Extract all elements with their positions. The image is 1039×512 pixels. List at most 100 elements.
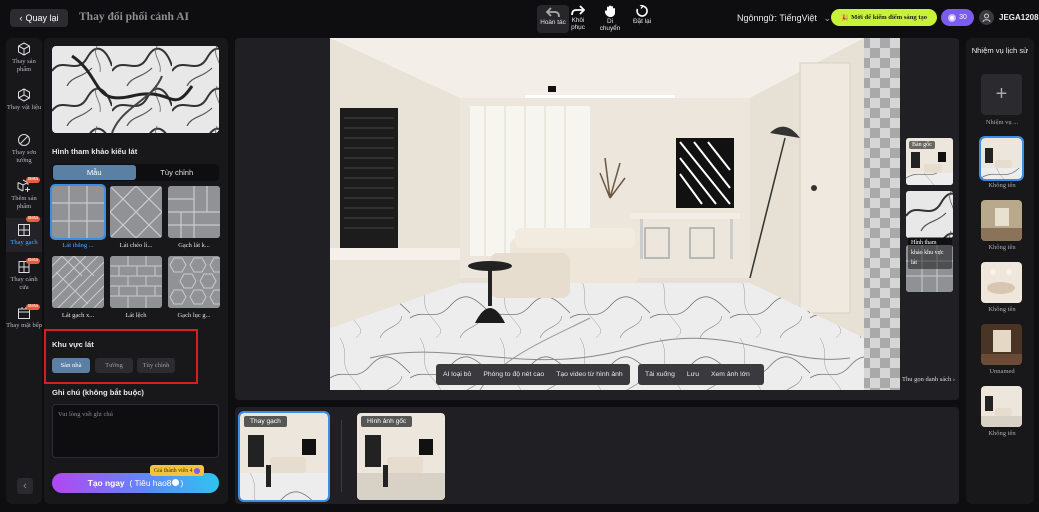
material-icon [18, 88, 30, 102]
nav-item-material[interactable]: Thay vật liệu [6, 88, 42, 112]
result-tile-replaced[interactable]: Thay gạch [238, 411, 330, 502]
history-item[interactable] [981, 262, 1022, 303]
tiling-area-section [44, 329, 198, 384]
nav-item-tile[interactable]: Beta Thay gạch [6, 216, 42, 252]
move-button[interactable]: Di chuyển [594, 5, 626, 32]
image-actions-left: AI loại bỏ Phóng to độ nét cao Tạo video… [436, 364, 630, 385]
chevron-left-icon: ‹ [23, 480, 27, 492]
reset-label: Đặt lại [632, 18, 652, 25]
tile-pattern-offset[interactable] [110, 256, 162, 308]
tile-pattern-herringbone[interactable] [52, 256, 104, 308]
credit-count: 30 [959, 14, 967, 21]
ref-heading: Hình tham khảo kiểu lát [52, 147, 138, 156]
paint-icon [18, 134, 30, 146]
tile-label-hexagon: Gạch lục g... [177, 312, 211, 319]
nav-item-wall-paint[interactable]: Thay sơn tường [6, 133, 42, 165]
nav-label: Thay cánh cửa [10, 276, 38, 291]
results-divider [341, 420, 342, 492]
nav-item-door[interactable]: Beta Thay cánh cửa [6, 258, 42, 292]
history-item-label: Không tên [988, 244, 1016, 251]
redo-button[interactable]: Khôi phục [562, 5, 594, 31]
pattern-mode-toggle: Mẫu Tùy chỉnh [52, 164, 219, 181]
history-item[interactable] [981, 200, 1022, 241]
save-button[interactable]: Lưu [687, 371, 699, 378]
back-button[interactable]: ‹ Quay lại [10, 9, 68, 27]
result-tile-original[interactable]: Hình ảnh gốc [357, 413, 445, 500]
nav-label: Thêm sản phẩm [11, 195, 37, 210]
tile-pattern-diagonal[interactable] [110, 186, 162, 238]
move-label: Di chuyển [599, 18, 621, 32]
area-option-wall[interactable]: Tường [95, 358, 133, 373]
tab-sample[interactable]: Mẫu [53, 165, 136, 180]
user-icon [982, 13, 991, 22]
redo-label: Khôi phục [571, 17, 585, 31]
new-task-label: Nhiệm vụ ... [985, 119, 1019, 126]
tile-icon [18, 224, 30, 236]
nav-item-add-product[interactable]: Beta Thêm sản phẩm [6, 177, 42, 211]
area-option-floor[interactable]: Sàn nhà [52, 358, 90, 373]
reset-icon [636, 5, 648, 17]
history-item-label: Unnamed [989, 368, 1015, 375]
create-button[interactable]: Tạo ngay ( Tiêu hao8) [52, 473, 219, 493]
member-price-label: Giá thành viên 4 [154, 467, 193, 474]
image-to-video-button[interactable]: Tạo video từ hình ảnh [556, 371, 623, 378]
tile-label-straight: Lát thẳng ... [62, 242, 94, 249]
history-item-label: Không tên [988, 182, 1016, 189]
chevron-left-icon: ‹ [19, 13, 23, 23]
tile-label-basket: Gạch lát k... [178, 242, 210, 249]
ai-remove-button[interactable]: AI loại bỏ [443, 371, 471, 378]
invite-promo-button[interactable]: 🎉 Mời để kiếm điểm sáng tạo [831, 9, 937, 26]
nav-label: Thay gạch [10, 239, 38, 246]
image-actions-right: Tải xuống Lưu Xem ảnh lớn [638, 364, 764, 385]
chevron-right-icon: › [952, 376, 956, 383]
history-item[interactable] [979, 136, 1024, 181]
note-heading: Ghi chú (không bắt buộc) [52, 388, 144, 397]
tile-label-diagonal: Lát chéo lì... [119, 242, 153, 249]
collapse-list-button[interactable]: Thu gọn danh sách › [902, 376, 955, 383]
nav-label: Thay sơn tường [11, 149, 37, 164]
tile-pattern-basket[interactable] [168, 186, 220, 238]
page-title: Thay đổi phối cảnh AI [79, 11, 189, 23]
new-task-button[interactable]: + [981, 74, 1022, 115]
download-button[interactable]: Tải xuống [645, 371, 675, 378]
history-item-label: Không tên [988, 430, 1016, 437]
plus-icon: + [995, 83, 1008, 105]
nav-item-kitchen[interactable]: Beta Thay mặt bếp [6, 304, 42, 330]
upscale-button[interactable]: Phóng to độ nét cao [483, 371, 544, 378]
language-label: Ngônngữ: TiếngViệt [737, 13, 817, 23]
beta-badge: Beta [26, 216, 40, 222]
area-option-custom[interactable]: Tùy chỉnh [137, 358, 175, 373]
tile-pattern-hexagon[interactable] [168, 256, 220, 308]
credit-badge[interactable]: 30 [941, 9, 974, 26]
create-cost-text: ( Tiêu hao8 [129, 478, 172, 488]
undo-icon [546, 7, 560, 18]
results-strip [235, 407, 959, 504]
generated-room-image[interactable] [330, 38, 864, 390]
history-item[interactable] [981, 324, 1022, 365]
avatar[interactable] [979, 10, 994, 25]
nav-item-replace-product[interactable]: Thay sản phẩm [6, 42, 42, 74]
create-cost: ( Tiêu hao8) [130, 478, 184, 488]
reset-button[interactable]: Đặt lại [626, 5, 658, 25]
history-item-label: Không tên [988, 306, 1016, 313]
history-title: Nhiệm vụ lịch sử [971, 46, 1029, 55]
history-item[interactable] [981, 386, 1022, 427]
tile-label-herringbone: Lát gạch x... [61, 312, 95, 319]
nav-label: Thay sản phẩm [12, 58, 36, 73]
tile-pattern-straight[interactable] [50, 184, 106, 240]
replace-product-icon [18, 42, 30, 56]
collapse-sidebar-button[interactable]: ‹ [17, 478, 33, 494]
material-reference-thumbnail[interactable] [906, 191, 953, 238]
note-textarea[interactable]: Vui lòng viết ghi chú [52, 404, 219, 458]
original-tag: Bản gốc [909, 141, 935, 149]
original-thumbnail[interactable]: Bản gốc [906, 138, 953, 185]
create-label: Tạo ngay [87, 478, 125, 488]
promo-label: Mời để kiếm điểm sáng tạo [851, 14, 928, 21]
coin-icon [172, 479, 180, 486]
view-large-button[interactable]: Xem ảnh lớn [711, 371, 750, 378]
member-price-tag: Giá thành viên 4 [150, 465, 205, 476]
area-heading: Khu vực lát [52, 340, 94, 349]
language-selector[interactable]: Ngônngữ: TiếngViệt ⌄ [737, 13, 831, 24]
result-tag: Thay gạch [244, 416, 287, 427]
tab-custom[interactable]: Tùy chỉnh [136, 165, 219, 180]
